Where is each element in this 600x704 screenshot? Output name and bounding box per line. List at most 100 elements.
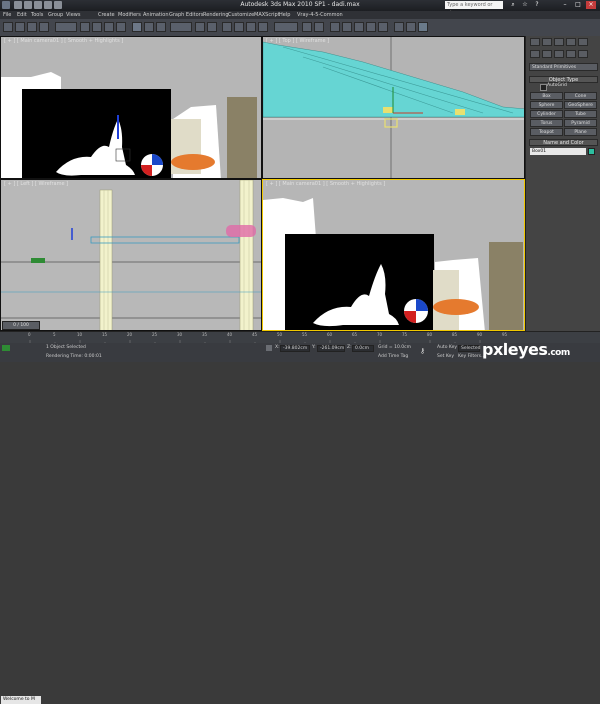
- align-icon[interactable]: [314, 22, 324, 32]
- cylinder-button[interactable]: Cylinder: [530, 110, 563, 118]
- viewport-top-left[interactable]: [ + ] [ Main camera01 ] [ Smooth + Highl…: [0, 36, 262, 179]
- rotate-icon[interactable]: [144, 22, 154, 32]
- reference-coordinate-dropdown[interactable]: [170, 22, 192, 32]
- camera-render-scene: [1, 72, 257, 178]
- torus-button[interactable]: Torus: [530, 119, 563, 127]
- viewport-top-right[interactable]: [ + ] [ Top ] [ Wireframe ]: [262, 36, 525, 179]
- teapot-button[interactable]: Teapot: [530, 128, 563, 136]
- select-manipulate-icon[interactable]: [207, 22, 217, 32]
- pivot-center-icon[interactable]: [195, 22, 205, 32]
- primitive-type-dropdown[interactable]: Standard Primitives: [529, 63, 598, 71]
- menu-vray[interactable]: Vray-4-5-Common: [297, 11, 343, 19]
- viewport-bottom-right[interactable]: [ + ] [ Main camera01 ] [ Smooth + Highl…: [262, 179, 525, 331]
- menu-customize[interactable]: Customize: [228, 11, 254, 19]
- shapes-icon[interactable]: [542, 50, 552, 58]
- autogrid-checkbox[interactable]: [540, 84, 547, 91]
- help-icon[interactable]: ?: [532, 1, 542, 9]
- link-icon[interactable]: [15, 22, 25, 32]
- bind-space-warp-icon[interactable]: [39, 22, 49, 32]
- cone-button[interactable]: Cone: [564, 92, 597, 100]
- rendered-frame-window-icon[interactable]: [406, 22, 416, 32]
- add-time-tag-button[interactable]: Add Time Tag: [378, 354, 408, 359]
- geosphere-button[interactable]: GeoSphere: [564, 101, 597, 109]
- select-object-icon[interactable]: [80, 22, 90, 32]
- menu-views[interactable]: Views: [66, 11, 80, 19]
- name-and-color-header[interactable]: Name and Color: [529, 139, 598, 146]
- search-icon[interactable]: ⌕: [508, 1, 518, 9]
- menu-help[interactable]: Help: [279, 11, 290, 19]
- select-by-name-icon[interactable]: [92, 22, 102, 32]
- scale-icon[interactable]: [156, 22, 166, 32]
- named-selection-dropdown[interactable]: [274, 22, 298, 32]
- material-editor-icon[interactable]: [378, 22, 388, 32]
- render-setup-icon[interactable]: [394, 22, 404, 32]
- minimize-button[interactable]: –: [560, 1, 570, 9]
- hierarchy-tab-icon[interactable]: [554, 38, 564, 46]
- object-name-input[interactable]: Box01: [530, 148, 586, 155]
- plane-button[interactable]: Plane: [564, 128, 597, 136]
- track-bar[interactable]: 0 5 10 15 20 25 30 35 40 45 50 55 60 65 …: [0, 332, 525, 347]
- maximize-button[interactable]: □: [573, 1, 583, 9]
- display-tab-icon[interactable]: [578, 38, 588, 46]
- lights-icon[interactable]: [554, 50, 564, 58]
- viewport-bottom-left[interactable]: [ + ] [ Left ] [ Wireframe ]: [0, 179, 262, 331]
- close-button[interactable]: ×: [586, 1, 596, 9]
- welcome-prompt[interactable]: Welcome to M: [1, 696, 41, 704]
- curve-editor-icon[interactable]: [354, 22, 364, 32]
- search-input[interactable]: Type a keyword or phrase: [445, 1, 503, 16]
- motion-tab-icon[interactable]: [566, 38, 576, 46]
- spinner-snap-icon[interactable]: [258, 22, 268, 32]
- object-color-swatch[interactable]: [588, 148, 595, 155]
- window-crossing-icon[interactable]: [116, 22, 126, 32]
- create-tab-icon[interactable]: [530, 38, 540, 46]
- angle-snap-icon[interactable]: [234, 22, 244, 32]
- menu-tools[interactable]: Tools: [31, 11, 43, 19]
- star-icon[interactable]: ☆: [520, 1, 530, 9]
- box-button[interactable]: Box: [530, 92, 563, 100]
- maxscript-listener-icon[interactable]: [2, 345, 10, 351]
- percent-snap-icon[interactable]: [246, 22, 256, 32]
- menu-modifiers[interactable]: Modifiers: [118, 11, 141, 19]
- auto-key-button[interactable]: Auto Key: [437, 345, 457, 350]
- sphere-button[interactable]: Sphere: [530, 101, 563, 109]
- y-label: Y:: [312, 345, 316, 350]
- tick-label: 5: [53, 332, 56, 337]
- move-icon[interactable]: [132, 22, 142, 32]
- modify-tab-icon[interactable]: [542, 38, 552, 46]
- lock-selection-icon[interactable]: [266, 345, 272, 351]
- layer-manager-icon[interactable]: [330, 22, 340, 32]
- command-panel: Standard Primitives Object Type AutoGrid…: [525, 36, 600, 331]
- set-key-button[interactable]: Set Key: [437, 354, 454, 359]
- x-coordinate-field[interactable]: -39.802cm: [280, 345, 310, 352]
- key-icon[interactable]: ⚷: [420, 347, 434, 355]
- menu-maxscript[interactable]: MAXScript: [254, 11, 280, 19]
- time-slider[interactable]: 0 / 100: [2, 321, 40, 330]
- undo-button[interactable]: [3, 22, 13, 32]
- geometry-icon[interactable]: [530, 50, 540, 58]
- cameras-icon[interactable]: [566, 50, 576, 58]
- menu-group[interactable]: Group: [48, 11, 63, 19]
- menu-create[interactable]: Create: [98, 11, 115, 19]
- unlink-icon[interactable]: [27, 22, 37, 32]
- key-selection-dropdown[interactable]: Selected: [458, 345, 481, 352]
- graphite-toggle-icon[interactable]: [342, 22, 352, 32]
- menu-graph-editors[interactable]: Graph Editors: [169, 11, 203, 19]
- tick-label: 15: [102, 332, 108, 337]
- object-type-header[interactable]: Object Type: [529, 76, 598, 83]
- z-coordinate-field[interactable]: 0.0cm: [352, 345, 374, 352]
- pyramid-button[interactable]: Pyramid: [564, 119, 597, 127]
- y-coordinate-field[interactable]: -261.09cm: [317, 345, 345, 352]
- menu-rendering[interactable]: Rendering: [203, 11, 229, 19]
- tick-label: 60: [327, 332, 333, 337]
- rectangular-selection-icon[interactable]: [104, 22, 114, 32]
- menu-animation[interactable]: Animation: [143, 11, 169, 19]
- menu-file[interactable]: File: [3, 11, 11, 19]
- helpers-icon[interactable]: [578, 50, 588, 58]
- schematic-view-icon[interactable]: [366, 22, 376, 32]
- render-production-icon[interactable]: [418, 22, 428, 32]
- selection-filter-dropdown[interactable]: [55, 22, 77, 32]
- snaps-toggle-icon[interactable]: [222, 22, 232, 32]
- tube-button[interactable]: Tube: [564, 110, 597, 118]
- menu-edit[interactable]: Edit: [17, 11, 27, 19]
- mirror-icon[interactable]: [302, 22, 312, 32]
